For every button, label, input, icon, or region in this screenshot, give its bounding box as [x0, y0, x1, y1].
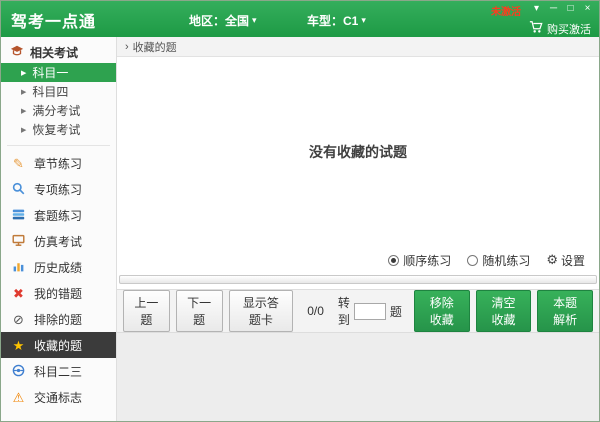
window-controls: ▾ ─ □ × — [529, 2, 595, 16]
prev-question-button[interactable]: 上一题 — [123, 290, 170, 332]
practice-mode-row: 顺序练习 随机练习 ⚙ 设置 — [117, 247, 599, 273]
sidebar-item-label: 套题练习 — [34, 207, 82, 224]
question-content-area: 没有收藏的试题 — [117, 57, 599, 247]
region-label: 地区：全国 — [189, 12, 249, 29]
triangle-right-icon: ▶ — [21, 126, 26, 134]
triangle-right-icon: ▶ — [21, 88, 26, 96]
breadcrumb-arrow-icon: › — [125, 41, 129, 53]
radio-random-practice[interactable]: 随机练习 — [467, 252, 530, 269]
steering-wheel-icon — [11, 364, 26, 379]
sidebar-item-label: 排除的题 — [34, 311, 82, 328]
radio-unchecked-icon — [467, 255, 478, 266]
goto-question-group: 转到 题 — [338, 294, 402, 328]
sidebar-divider — [7, 145, 110, 146]
excluded-circle-icon: ⊘ — [11, 313, 26, 326]
star-icon: ★ — [11, 339, 26, 352]
pencil-icon: ✎ — [11, 157, 26, 170]
cartype-label: 车型：C1 — [307, 12, 358, 29]
radio-sequential-practice[interactable]: 顺序练习 — [388, 252, 451, 269]
bottom-toolbar: 上一题 下一题 显示答题卡 0/0 转到 题 移除收藏 清空收藏 本题解析 — [117, 289, 599, 333]
triangle-right-icon: ▶ — [21, 107, 26, 115]
clear-favorite-button[interactable]: 清空收藏 — [476, 290, 532, 332]
grad-cap-icon — [9, 44, 24, 60]
monitor-icon — [11, 234, 26, 249]
sidebar-item-simulation-exam[interactable]: 仿真考试 — [1, 228, 116, 254]
sidebar-item-label: 仿真考试 — [34, 233, 82, 250]
app-title: 驾考一点通 — [11, 8, 96, 32]
search-icon — [11, 182, 26, 197]
red-x-icon: ✖ — [11, 287, 26, 300]
sidebar-item-label: 章节练习 — [34, 155, 82, 172]
goto-label-suffix: 题 — [390, 303, 402, 320]
breadcrumb-label: 收藏的题 — [133, 39, 177, 55]
sidebar-item-subject1[interactable]: ▶ 科目一 — [1, 63, 116, 82]
breadcrumb: › 收藏的题 — [117, 37, 599, 57]
next-question-button[interactable]: 下一题 — [176, 290, 223, 332]
goto-label-prefix: 转到 — [338, 294, 350, 328]
empty-message: 没有收藏的试题 — [309, 142, 407, 162]
region-dropdown[interactable]: 地区：全国 ▾ — [189, 12, 257, 29]
chevron-down-icon: ▾ — [252, 15, 257, 26]
sidebar-item-resume-exam[interactable]: ▶ 恢复考试 — [1, 120, 116, 139]
warning-triangle-icon: ⚠ — [11, 391, 26, 404]
settings-button[interactable]: ⚙ 设置 — [546, 252, 585, 269]
activation-status[interactable]: 未激活 — [491, 3, 521, 18]
question-progress-count: 0/0 — [307, 304, 324, 318]
sidebar-item-my-mistakes[interactable]: ✖ 我的错题 — [1, 280, 116, 306]
sidebar-group-related-exams[interactable]: 相关考试 — [1, 41, 116, 63]
minimize-button[interactable]: ─ — [546, 2, 561, 16]
stacked-books-icon — [11, 208, 26, 223]
sidebar-item-traffic-signs[interactable]: ⚠ 交通标志 — [1, 384, 116, 410]
chevron-down-icon: ▾ — [361, 15, 366, 26]
sidebar-item-set-practice[interactable]: 套题练习 — [1, 202, 116, 228]
settings-label: 设置 — [561, 252, 585, 269]
sidebar-item-subjects23[interactable]: 科目二三 — [1, 358, 116, 384]
goto-question-input[interactable] — [354, 303, 386, 320]
buy-label: 购买激活 — [547, 21, 591, 37]
question-analysis-button[interactable]: 本题解析 — [537, 290, 593, 332]
menu-button[interactable]: ▾ — [529, 2, 544, 16]
sidebar-item-excluded-questions[interactable]: ⊘ 排除的题 — [1, 306, 116, 332]
close-button[interactable]: × — [580, 2, 595, 16]
sidebar-item-label: 我的错题 — [34, 285, 82, 302]
cart-icon — [529, 20, 543, 37]
app-window: 驾考一点通 地区：全国 ▾ 车型：C1 ▾ 未激活 ▾ ─ □ × 购买激活 相… — [0, 0, 600, 422]
buy-activation-button[interactable]: 购买激活 — [529, 20, 591, 37]
sidebar-item-label: 恢复考试 — [32, 121, 80, 138]
radio-checked-icon — [388, 255, 399, 266]
sidebar-item-label: 科目二三 — [34, 363, 82, 380]
sidebar-item-label: 满分考试 — [32, 102, 80, 119]
bar-chart-icon — [11, 260, 26, 275]
progress-bar — [119, 275, 597, 284]
sidebar-item-history-scores[interactable]: 历史成绩 — [1, 254, 116, 280]
gear-icon: ⚙ — [546, 252, 558, 268]
sidebar-item-label: 科目四 — [32, 83, 68, 100]
maximize-button[interactable]: □ — [563, 2, 578, 16]
sidebar-item-special-practice[interactable]: 专项练习 — [1, 176, 116, 202]
bottom-filler — [117, 333, 599, 421]
triangle-right-icon: ▶ — [21, 69, 26, 77]
app-body: 相关考试 ▶ 科目一 ▶ 科目四 ▶ 满分考试 ▶ 恢复考试 ✎ 章节练习 — [1, 37, 599, 421]
sidebar-item-subject4[interactable]: ▶ 科目四 — [1, 82, 116, 101]
main-panel: › 收藏的题 没有收藏的试题 顺序练习 随机练习 ⚙ 设置 — [117, 37, 599, 421]
cartype-dropdown[interactable]: 车型：C1 ▾ — [307, 12, 366, 29]
radio-label: 随机练习 — [482, 252, 530, 269]
titlebar: 驾考一点通 地区：全国 ▾ 车型：C1 ▾ 未激活 ▾ ─ □ × 购买激活 — [1, 1, 599, 37]
sidebar-item-chapter-practice[interactable]: ✎ 章节练习 — [1, 150, 116, 176]
sidebar-item-label: 科目一 — [32, 64, 68, 81]
remove-favorite-button[interactable]: 移除收藏 — [414, 290, 470, 332]
sidebar-item-favorite-questions[interactable]: ★ 收藏的题 — [1, 332, 116, 358]
answer-card-button[interactable]: 显示答题卡 — [229, 290, 294, 332]
sidebar-item-label: 历史成绩 — [34, 259, 82, 276]
progress-bar-wrap — [117, 273, 599, 289]
sidebar-item-fullscore-exam[interactable]: ▶ 满分考试 — [1, 101, 116, 120]
radio-label: 顺序练习 — [403, 252, 451, 269]
sidebar: 相关考试 ▶ 科目一 ▶ 科目四 ▶ 满分考试 ▶ 恢复考试 ✎ 章节练习 — [1, 37, 117, 421]
sidebar-item-label: 专项练习 — [34, 181, 82, 198]
sidebar-group-label: 相关考试 — [30, 44, 78, 61]
sidebar-item-label: 交通标志 — [34, 389, 82, 406]
sidebar-item-label: 收藏的题 — [34, 337, 82, 354]
